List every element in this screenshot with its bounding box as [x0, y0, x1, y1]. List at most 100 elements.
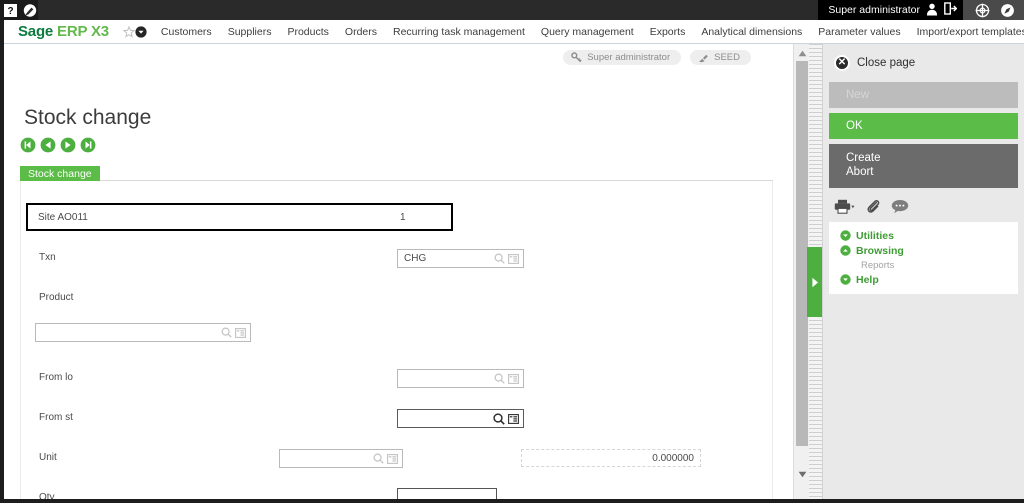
brush-icon[interactable] — [21, 2, 38, 19]
search-icon[interactable] — [373, 453, 384, 464]
abort-button[interactable]: Abort — [846, 165, 1018, 179]
panel-collapse-handle[interactable] — [807, 247, 822, 317]
plug-icon — [698, 52, 709, 63]
action-group: Create Abort — [829, 144, 1018, 188]
star-outline-icon[interactable] — [122, 25, 135, 38]
site-label: Site AO011 — [38, 211, 88, 223]
help-icon[interactable]: ? — [2, 2, 19, 19]
close-page-label: Close page — [857, 57, 916, 69]
menu-item-parameter-values[interactable]: Parameter values — [818, 26, 900, 38]
os-user-label: Super administrator — [828, 4, 920, 16]
compass-icon[interactable] — [1000, 3, 1015, 18]
os-titlebar: ? Super administrator — [0, 0, 1024, 20]
os-user-chip[interactable]: Super administrator — [818, 0, 963, 20]
menu-items: Customers Suppliers Products Orders Recu… — [161, 26, 1024, 38]
field-label-txn: Txn — [39, 252, 56, 263]
field-label-from-lo: From lo — [39, 372, 73, 383]
sage-page: Sage ERP X3 Customers Suppliers Products… — [4, 20, 1024, 499]
form-panel: Site AO011 1 Txn CHG Product From lo Fro… — [20, 181, 773, 499]
chip-seed[interactable]: SEED — [690, 50, 751, 65]
scroll-down-arrow[interactable] — [795, 467, 809, 481]
link-browsing[interactable]: Browsing — [840, 243, 1018, 258]
last-record-button[interactable] — [80, 137, 96, 153]
field-row-product: Product — [21, 283, 772, 363]
ok-button[interactable]: OK — [829, 113, 1018, 139]
close-page-button[interactable]: ✕ Close page — [823, 44, 1024, 82]
txn-input[interactable]: CHG — [397, 249, 524, 268]
svg-text:?: ? — [7, 6, 13, 17]
brand-sage: Sage — [18, 23, 54, 40]
chip-label: SEED — [714, 52, 740, 63]
search-icon[interactable] — [494, 253, 505, 264]
scroll-up-arrow[interactable] — [795, 46, 809, 60]
from-st-input-icons — [493, 412, 523, 425]
chevron-down-circle-icon — [840, 274, 851, 285]
chevron-up-circle-icon — [840, 245, 851, 256]
menu-item-customers[interactable]: Customers — [161, 26, 212, 38]
product-input-icons — [221, 327, 250, 338]
application-window: ? Super administrator Sage ERP X3 Custom… — [0, 0, 1024, 503]
menu-item-exports[interactable]: Exports — [650, 26, 686, 38]
logout-icon[interactable] — [944, 2, 958, 18]
field-row-qty: Qty — [21, 483, 772, 499]
search-icon[interactable] — [493, 412, 505, 425]
chevron-down-circle-icon[interactable] — [135, 25, 147, 38]
sage-logo[interactable]: Sage ERP X3 — [4, 23, 123, 40]
menu-item-orders[interactable]: Orders — [345, 26, 377, 38]
link-help[interactable]: Help — [840, 272, 1018, 287]
lookup-list-icon[interactable] — [508, 413, 519, 424]
os-right-group: Super administrator — [818, 0, 1024, 20]
globe-target-icon[interactable] — [975, 3, 990, 18]
menu-item-recurring-task-management[interactable]: Recurring task management — [393, 26, 525, 38]
chip-label: Super administrator — [587, 52, 671, 63]
context-chips: Super administrator SEED — [563, 50, 751, 65]
window-bottom-edge — [0, 499, 1024, 503]
paperclip-icon[interactable] — [866, 198, 880, 214]
product-input[interactable] — [35, 323, 251, 342]
main-content: Super administrator SEED Stock change St… — [4, 44, 793, 499]
field-label-from-st: From st — [39, 412, 73, 423]
menu-item-products[interactable]: Products — [287, 26, 328, 38]
printer-icon[interactable] — [834, 199, 855, 214]
key-icon — [571, 52, 582, 63]
link-reports[interactable]: Reports — [840, 258, 1018, 272]
next-record-button[interactable] — [60, 137, 76, 153]
os-system-icons — [963, 0, 1024, 20]
comment-icon[interactable] — [891, 199, 909, 214]
sage-menubar: Sage ERP X3 Customers Suppliers Products… — [4, 20, 1024, 44]
qty-input[interactable] — [397, 488, 497, 499]
from-lo-input[interactable] — [397, 369, 524, 388]
link-label: Help — [856, 273, 879, 286]
site-header-box[interactable]: Site AO011 1 — [26, 203, 453, 231]
user-head-icon[interactable] — [925, 2, 939, 19]
search-icon[interactable] — [494, 373, 505, 384]
chip-super-administrator[interactable]: Super administrator — [563, 50, 682, 65]
menu-item-suppliers[interactable]: Suppliers — [228, 26, 272, 38]
lookup-list-icon[interactable] — [235, 327, 246, 338]
field-row-txn: Txn CHG — [21, 243, 772, 283]
menu-item-query-management[interactable]: Query management — [541, 26, 634, 38]
unit-input[interactable] — [279, 449, 403, 468]
links-card: Utilities Browsing Reports Help — [829, 222, 1018, 294]
chevron-down-circle-icon — [840, 230, 851, 241]
menu-item-analytical-dimensions[interactable]: Analytical dimensions — [701, 26, 802, 38]
previous-record-button[interactable] — [40, 137, 56, 153]
link-label: Browsing — [856, 244, 904, 257]
link-utilities[interactable]: Utilities — [840, 228, 1018, 243]
menu-item-import-export-templates[interactable]: Import/export templates — [917, 26, 1024, 38]
close-x-icon: ✕ — [834, 55, 850, 71]
create-button[interactable]: Create — [846, 151, 1018, 165]
from-st-input[interactable] — [397, 409, 524, 428]
lookup-list-icon[interactable] — [508, 373, 519, 384]
field-row-from-lo: From lo — [21, 363, 772, 403]
lookup-list-icon[interactable] — [387, 453, 398, 464]
search-icon[interactable] — [221, 327, 232, 338]
panel-splitter-rail — [807, 44, 823, 499]
first-record-button[interactable] — [20, 137, 36, 153]
right-action-panel: ✕ Close page New OK Create Abort Utiliti… — [823, 44, 1024, 499]
txn-value: CHG — [404, 253, 427, 264]
lookup-list-icon[interactable] — [508, 253, 519, 264]
document-action-icons — [823, 193, 1024, 220]
field-label-product: Product — [39, 292, 74, 303]
tab-strip: Stock change — [20, 164, 773, 183]
